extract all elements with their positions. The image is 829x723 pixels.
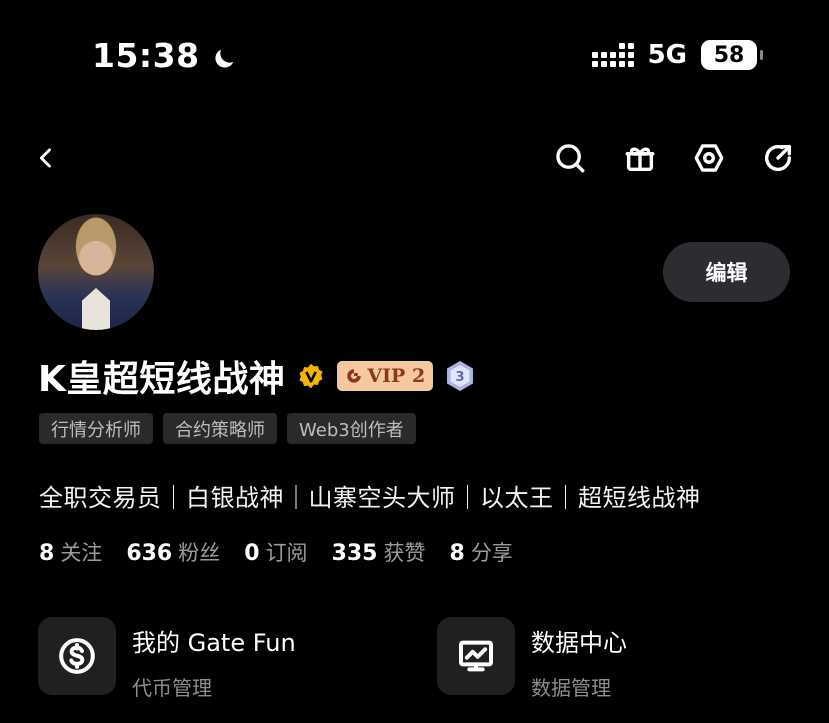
level-number: 3 — [456, 370, 465, 385]
vip-logo-icon — [347, 369, 362, 383]
stat-label: 分享 — [470, 541, 513, 565]
back-icon[interactable] — [26, 138, 66, 178]
stat-likes[interactable]: 335 获赞 — [332, 537, 426, 567]
stat-value: 636 — [126, 541, 173, 566]
dollar-icon — [38, 617, 116, 695]
stat-label: 关注 — [60, 541, 103, 565]
moon-icon — [210, 42, 238, 70]
gift-icon[interactable] — [620, 138, 660, 178]
stat-followers[interactable]: 636 粉丝 — [126, 537, 220, 567]
card-title: 我的 Gate Fun — [132, 629, 296, 657]
gate-fun-card[interactable]: 我的 Gate Fun 代币管理 — [38, 617, 296, 701]
verified-badge-icon — [299, 363, 323, 389]
stats-row: 8 关注 636 粉丝 0 订阅 335 获赞 8 分享 — [39, 537, 513, 567]
tag-list: 行情分析师 合约策略师 Web3创作者 — [39, 413, 416, 444]
tag-item: 合约策略师 — [163, 413, 277, 444]
edit-button[interactable]: 编辑 — [663, 242, 790, 302]
status-indicators: 5G 58 — [591, 40, 763, 70]
stat-label: 订阅 — [265, 541, 308, 565]
settings-icon[interactable] — [689, 138, 729, 178]
share-icon[interactable] — [758, 138, 798, 178]
stat-shares[interactable]: 8 分享 — [450, 537, 513, 567]
card-title: 数据中心 — [531, 629, 627, 657]
tag-item: Web3创作者 — [287, 413, 416, 444]
stat-label: 粉丝 — [178, 541, 221, 565]
chart-monitor-icon — [437, 617, 515, 695]
data-center-card[interactable]: 数据中心 数据管理 — [437, 617, 627, 701]
vip-label: VIP 2 — [367, 365, 426, 387]
card-subtitle: 代币管理 — [132, 676, 212, 700]
stat-value: 0 — [244, 541, 260, 566]
stat-subscriptions[interactable]: 0 订阅 — [244, 537, 307, 567]
signal-icon — [591, 43, 634, 67]
stat-value: 8 — [39, 541, 55, 566]
vip-badge: VIP 2 — [337, 361, 434, 391]
level-badge-icon: 3 — [447, 361, 474, 391]
stat-label: 获赞 — [383, 541, 426, 565]
stat-value: 8 — [449, 541, 465, 566]
card-subtitle: 数据管理 — [531, 676, 611, 700]
stat-following[interactable]: 8 关注 — [39, 537, 102, 567]
username: K皇超短线战神 — [38, 359, 286, 400]
stat-value: 335 — [331, 541, 378, 566]
search-icon[interactable] — [550, 138, 590, 178]
tag-item: 行情分析师 — [39, 413, 153, 444]
bio-text: 全职交易员｜白银战神｜山寨空头大师｜以太王｜超短线战神 — [39, 484, 701, 512]
network-label: 5G — [647, 40, 687, 70]
avatar[interactable] — [38, 214, 154, 330]
name-row: K皇超短线战神 VIP 2 3 — [38, 350, 475, 402]
time-text: 15:38 — [92, 36, 200, 75]
status-time: 15:38 — [92, 36, 238, 75]
battery-icon: 58 — [701, 40, 763, 70]
